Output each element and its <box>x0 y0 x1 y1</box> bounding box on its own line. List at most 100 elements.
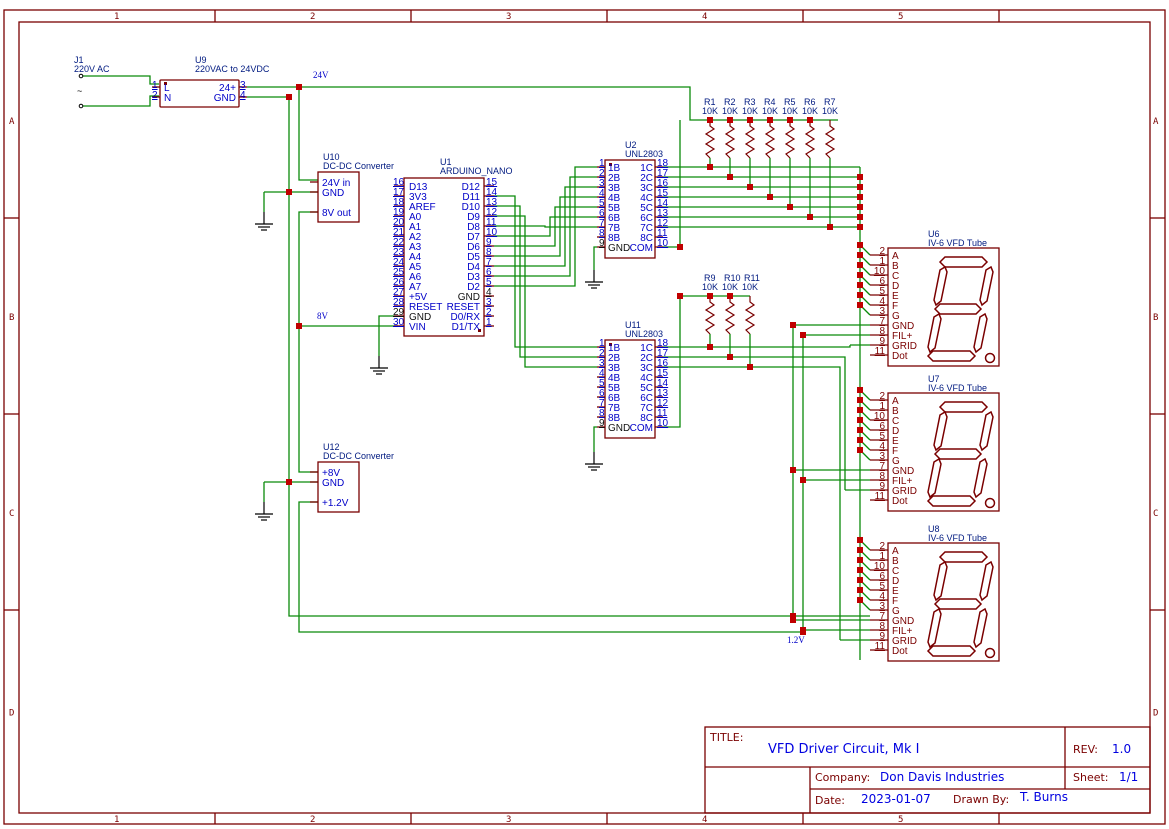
junction-dot <box>857 567 863 573</box>
net-label-24v: 24V <box>313 70 329 80</box>
junction-dot <box>857 447 863 453</box>
wire <box>83 75 159 85</box>
svg-text:D1/TX: D1/TX <box>452 322 481 333</box>
title-label: TITLE: <box>709 731 743 744</box>
svg-text:IV-6 VFD Tube: IV-6 VFD Tube <box>928 533 987 543</box>
junction-dot <box>857 302 863 308</box>
wire <box>494 215 597 368</box>
terminal-l <box>78 73 84 79</box>
resistor-r4: R410K <box>762 97 778 159</box>
svg-text:10: 10 <box>657 238 669 249</box>
svg-text:Dot: Dot <box>892 351 908 362</box>
vfd-tube-u7: U7IV-6 VFD Tube2 A1 B10 C6 D5 E4 F3 G7 GND8 FIL+9… <box>870 374 1000 512</box>
svg-text:COM: COM <box>630 423 653 434</box>
svg-text:DC-DC Converter: DC-DC Converter <box>323 161 394 171</box>
wire <box>83 95 159 107</box>
svg-text:N: N <box>164 93 171 104</box>
junction-dot <box>857 252 863 258</box>
junction-dot <box>857 417 863 423</box>
svg-text:11: 11 <box>875 491 886 502</box>
resistor-r9: R910K <box>702 273 718 335</box>
grid-row-label-right: D <box>1153 709 1158 719</box>
svg-text:10K: 10K <box>702 282 718 292</box>
svg-text:9: 9 <box>599 418 605 429</box>
svg-text:GND: GND <box>322 188 344 199</box>
grid-col-label-top: 1 <box>114 12 119 22</box>
svg-text:10K: 10K <box>742 106 758 116</box>
resistor-r11: R1110K <box>742 273 760 335</box>
module-u10: U10DC-DC Converter24V inGND8V out <box>310 152 394 223</box>
grid-col-label-bottom: 3 <box>506 815 511 825</box>
net-label-8v: 8V <box>317 311 329 321</box>
grid-row-label-left: A <box>9 117 15 127</box>
junction-dot <box>857 407 863 413</box>
ground-symbol <box>585 452 603 471</box>
junction-dot <box>857 397 863 403</box>
junction-dot <box>857 387 863 393</box>
drawn-by-value: T. Burns <box>1019 790 1068 804</box>
junction-dot <box>857 292 863 298</box>
ground-symbol <box>585 270 603 289</box>
svg-text:GND: GND <box>608 243 630 254</box>
wire <box>593 426 597 452</box>
resistor-r3: R310K <box>742 97 758 159</box>
junction-dot <box>286 479 292 485</box>
wire <box>663 345 851 348</box>
junction-dot <box>857 262 863 268</box>
svg-text:220V AC: 220V AC <box>74 64 110 74</box>
svg-text:4: 4 <box>240 90 246 101</box>
svg-text:220VAC to 24VDC: 220VAC to 24VDC <box>195 64 270 74</box>
wire <box>378 315 394 356</box>
junction-dot <box>707 293 713 299</box>
svg-text:9: 9 <box>599 238 605 249</box>
svg-text:IV-6 VFD Tube: IV-6 VFD Tube <box>928 383 987 393</box>
junction-dot <box>790 467 796 473</box>
resistor-r5: R510K <box>782 97 798 159</box>
junction-dot <box>857 224 863 230</box>
terminal-n <box>78 103 84 109</box>
svg-text:10K: 10K <box>722 282 738 292</box>
ground-symbol <box>255 502 273 521</box>
junction-dot <box>296 323 302 329</box>
resistor-r1: R110K <box>702 97 718 159</box>
grid-col-label-bottom: 4 <box>702 815 707 825</box>
ground-symbol <box>370 356 388 375</box>
grid-col-label-bottom: 1 <box>114 815 119 825</box>
svg-text:VIN: VIN <box>409 322 426 333</box>
svg-text:11: 11 <box>875 641 886 652</box>
rev-label: REV: <box>1073 743 1098 756</box>
junction-dot <box>707 117 713 123</box>
connector-j1: J1220V AC~ <box>74 55 110 109</box>
junction-dot <box>790 613 796 619</box>
junction-dot <box>787 204 793 210</box>
wire <box>298 211 398 327</box>
svg-text:ARDUINO_NANO: ARDUINO_NANO <box>440 166 513 176</box>
resistor-r7: R710K <box>822 97 838 159</box>
junction-dot <box>857 282 863 288</box>
date-label: Date: <box>815 794 845 807</box>
junction-dot <box>857 427 863 433</box>
junction-dot <box>727 117 733 123</box>
junction-dot <box>857 547 863 553</box>
junction-dot <box>857 577 863 583</box>
grid-row-label-right: B <box>1153 313 1158 323</box>
junction-dot <box>767 194 773 200</box>
title-block: TITLE: VFD Driver Circuit, Mk I REV: 1.0… <box>704 726 1151 814</box>
junction-dot <box>747 117 753 123</box>
company-label: Company: <box>815 771 870 784</box>
resistor-array-bottom: R910KR1010KR1110K <box>702 273 760 335</box>
junction-dot <box>800 332 806 338</box>
svg-text:GND: GND <box>214 93 236 104</box>
junction-dot <box>857 174 863 180</box>
resistor-r6: R610K <box>802 97 818 159</box>
company-value: Don Davis Industries <box>880 770 1004 784</box>
uln2803-u11: U11UNL28031 1B2 2B3 3B4 4B5 5B6 6B7 7B8 8B9 GND18… <box>597 320 669 439</box>
svg-text:2: 2 <box>152 90 158 101</box>
schematic-canvas: 1122334455 A AB BC CD D J1220V AC~U9220VAC t… <box>3 9 1166 825</box>
wire <box>298 326 318 473</box>
svg-text:+1.2V: +1.2V <box>322 498 349 509</box>
wire <box>298 501 800 633</box>
svg-text:10K: 10K <box>722 106 738 116</box>
junction-dot <box>857 597 863 603</box>
junction-dot <box>857 587 863 593</box>
